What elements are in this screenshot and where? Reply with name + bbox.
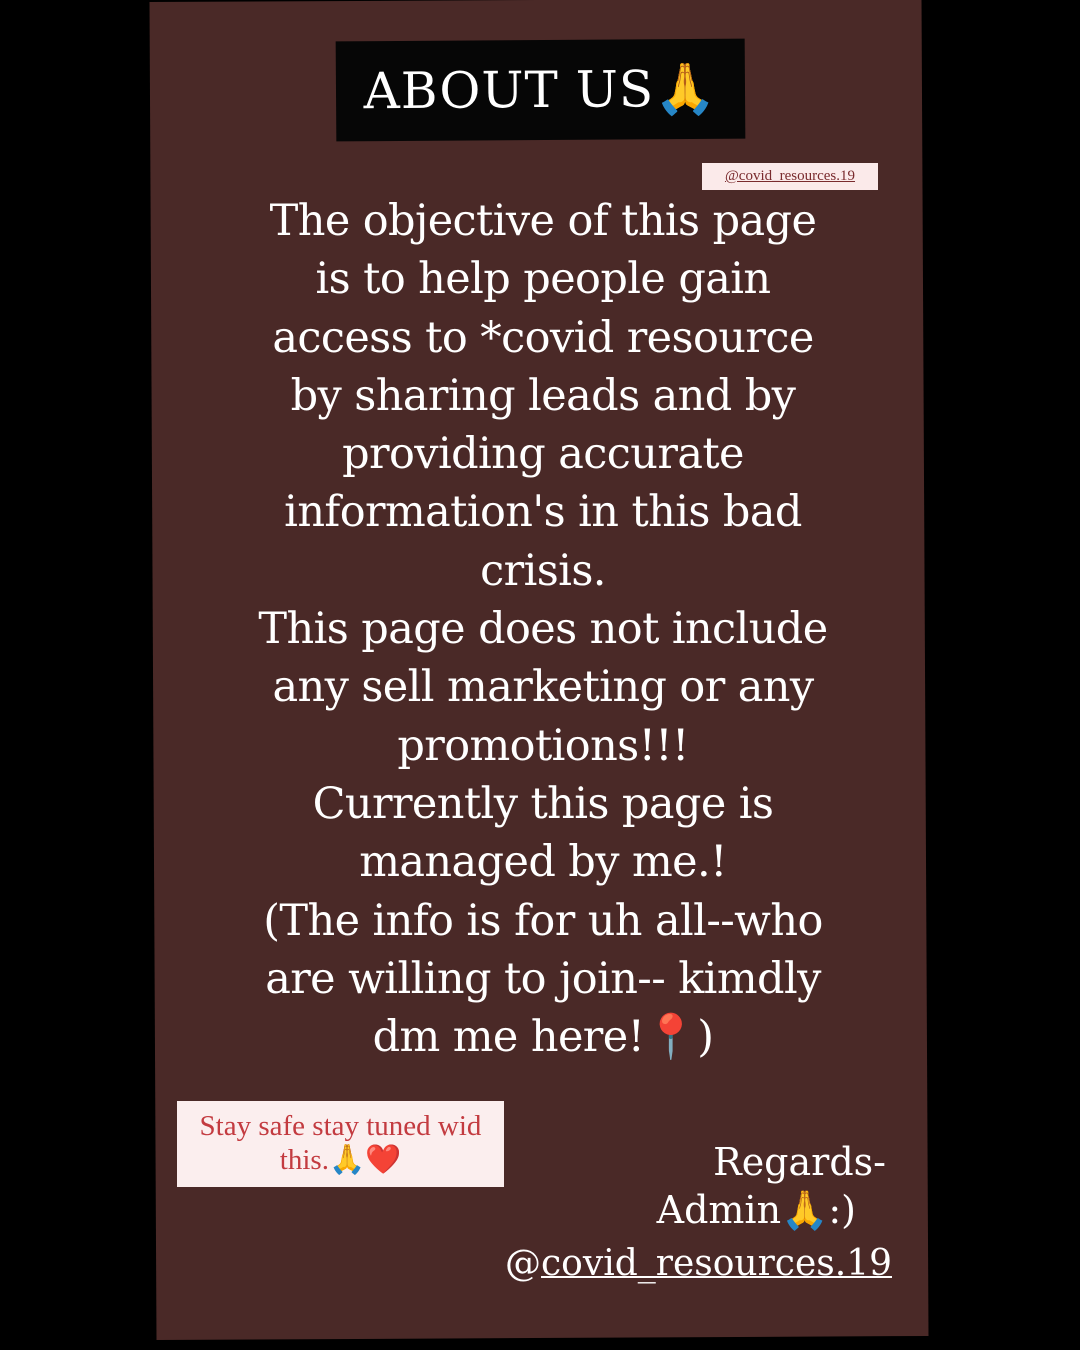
story-page: ABOUT US🙏 @covid_resources.19 The object… bbox=[0, 0, 1080, 1350]
bottom-handle-link[interactable]: covid_resources.19 bbox=[541, 1243, 892, 1284]
admin-signature: Admin🙏:) bbox=[656, 1188, 856, 1232]
stay-safe-line-2: this.🙏❤️ bbox=[279, 1144, 402, 1176]
body-line: are willing to join-- kimdly bbox=[265, 953, 821, 1004]
body-line: Currently this page is bbox=[312, 778, 774, 829]
top-handle-sticker: @covid_resources.19 bbox=[702, 163, 878, 190]
at-symbol: @ bbox=[505, 1243, 542, 1284]
body-line: This page does not include bbox=[258, 604, 828, 655]
stay-safe-sticker: Stay safe stay tuned wid this.🙏❤️ bbox=[177, 1101, 504, 1187]
body-line: any sell marketing or any bbox=[272, 662, 814, 713]
body-line: (The info is for uh all--who bbox=[263, 895, 823, 946]
body-line: promotions!!! bbox=[397, 720, 689, 771]
body-line: The objective of this page bbox=[269, 196, 817, 246]
about-body: The objective of this page is to help pe… bbox=[243, 192, 843, 1066]
page-title: ABOUT US🙏 bbox=[363, 59, 718, 120]
stay-safe-line-1: Stay safe stay tuned wid bbox=[199, 1110, 482, 1142]
regards-text: Regards- bbox=[713, 1140, 886, 1184]
body-line: crisis. bbox=[480, 545, 606, 596]
top-handle-text: @covid_resources.19 bbox=[724, 168, 856, 184]
body-line: dm me here!📍) bbox=[372, 1012, 714, 1063]
body-line: providing accurate bbox=[342, 429, 744, 480]
body-line: by sharing leads and by bbox=[290, 370, 796, 421]
stay-safe-text: Stay safe stay tuned wid this.🙏❤️ bbox=[200, 1109, 482, 1177]
body-line: managed by me.! bbox=[359, 837, 727, 888]
body-line: access to *covid resource bbox=[272, 312, 814, 363]
body-line: is to help people gain bbox=[315, 254, 771, 305]
body-line: information's in this bad bbox=[284, 487, 802, 538]
bottom-handle[interactable]: @covid_resources.19 bbox=[500, 1240, 892, 1288]
title-banner: ABOUT US🙏 bbox=[335, 38, 746, 142]
